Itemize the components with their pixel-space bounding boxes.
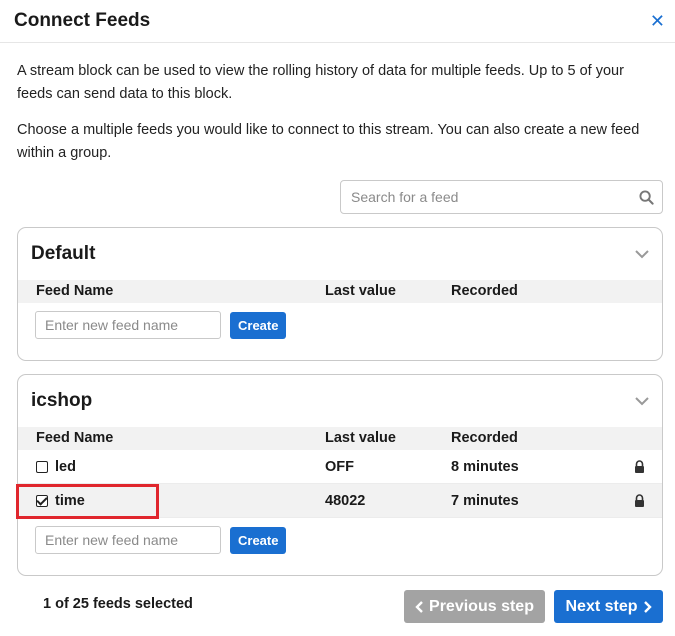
- feed-last-value: 48022: [325, 493, 366, 509]
- description-text-1: A stream block can be used to view the r…: [17, 63, 624, 102]
- selected-count: 1 of 25 feeds selected: [43, 596, 193, 612]
- group-card-default: Default Feed Name Last value Recorded Cr…: [17, 227, 663, 361]
- column-recorded: Recorded: [451, 430, 518, 446]
- chevron-left-icon: [415, 600, 423, 613]
- previous-step-button[interactable]: Previous step: [404, 590, 545, 623]
- lock-icon: [635, 494, 644, 507]
- lock-icon: [635, 460, 644, 473]
- previous-step-label: Previous step: [429, 597, 534, 615]
- modal-title: Connect Feeds: [14, 10, 151, 31]
- next-step-label: Next step: [565, 597, 638, 615]
- new-feed-name-input[interactable]: [35, 526, 221, 554]
- chevron-down-icon[interactable]: [635, 396, 649, 406]
- chevron-right-icon: [643, 600, 652, 613]
- feed-name: time: [55, 493, 85, 509]
- feed-row-led[interactable]: led OFF 8 minutes: [18, 450, 662, 484]
- feed-recorded: 7 minutes: [451, 493, 519, 509]
- feed-checkbox-time[interactable]: time: [36, 493, 85, 509]
- group-name: Default: [31, 243, 96, 264]
- new-feed-name-input[interactable]: [35, 311, 221, 339]
- create-feed-row: Create: [18, 518, 662, 562]
- search-icon[interactable]: [639, 189, 654, 205]
- description-text-2: Choose a multiple feeds you would like t…: [17, 122, 640, 161]
- next-step-button[interactable]: Next step: [554, 590, 663, 623]
- feed-search-box: [340, 180, 663, 214]
- connect-feeds-modal: Connect Feeds ✕ A stream block can be us…: [0, 0, 675, 636]
- modal-header: Connect Feeds ✕: [0, 0, 675, 43]
- feed-checkbox-led[interactable]: led: [36, 459, 76, 475]
- column-feed-name: Feed Name: [36, 430, 114, 446]
- feed-table-header: Feed Name Last value Recorded: [18, 280, 662, 303]
- column-recorded: Recorded: [451, 283, 518, 299]
- checkbox-unchecked-icon[interactable]: [36, 461, 48, 473]
- feed-row-time[interactable]: time 48022 7 minutes: [18, 484, 662, 518]
- search-input[interactable]: [349, 188, 619, 206]
- feed-last-value: OFF: [325, 459, 354, 475]
- checkbox-checked-icon[interactable]: [36, 495, 48, 507]
- feed-table-header: Feed Name Last value Recorded: [18, 427, 662, 450]
- close-icon[interactable]: ✕: [650, 12, 665, 30]
- column-last-value: Last value: [325, 283, 396, 299]
- feed-recorded: 8 minutes: [451, 459, 519, 475]
- group-header-default[interactable]: Default: [18, 228, 662, 280]
- feed-name: led: [55, 459, 76, 475]
- group-name: icshop: [31, 390, 93, 411]
- chevron-down-icon[interactable]: [635, 249, 649, 259]
- group-header-icshop[interactable]: icshop: [18, 375, 662, 427]
- column-last-value: Last value: [325, 430, 396, 446]
- column-feed-name: Feed Name: [36, 283, 114, 299]
- create-feed-button[interactable]: Create: [230, 311, 287, 339]
- group-card-icshop: icshop Feed Name Last value Recorded led…: [17, 374, 663, 576]
- create-feed-row: Create: [18, 303, 662, 347]
- create-feed-button[interactable]: Create: [230, 526, 287, 554]
